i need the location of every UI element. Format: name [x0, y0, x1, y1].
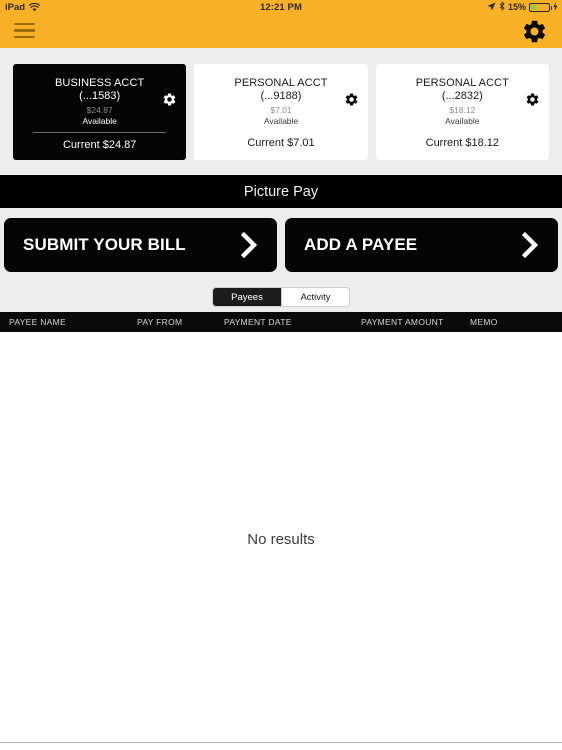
battery-percent-label: 15% — [507, 2, 526, 12]
account-name: PERSONAL ACCT — [415, 76, 509, 89]
table-body: No results — [0, 332, 562, 746]
account-current-balance: Current $7.01 — [247, 136, 315, 149]
charging-bolt-icon — [553, 1, 558, 13]
action-button-row: SUBMIT YOUR BILL ADD A PAYEE — [0, 208, 562, 282]
add-a-payee-button[interactable]: ADD A PAYEE — [285, 218, 558, 272]
account-card-personal-9188[interactable]: PERSONAL ACCT (...9188) $7.01 Available … — [194, 63, 368, 160]
tab-payees[interactable]: Payees — [213, 288, 281, 306]
card-divider — [32, 131, 167, 133]
account-current-balance: Current $24.87 — [62, 138, 137, 151]
hamburger-menu-icon[interactable] — [14, 23, 35, 39]
account-available-label: Available — [445, 115, 480, 126]
account-available-amount: $7.01 — [270, 104, 292, 115]
account-card-personal-2832[interactable]: PERSONAL ACCT (...2832) $18.12 Available… — [375, 63, 549, 160]
battery-icon — [529, 2, 552, 12]
segmented-control: Payees Activity — [212, 287, 350, 307]
account-available-amount: $18.12 — [449, 104, 476, 115]
column-header-payment-amount: PAYMENT AMOUNT — [361, 317, 444, 327]
tab-activity[interactable]: Activity — [281, 288, 349, 306]
gear-icon[interactable] — [521, 18, 548, 45]
location-arrow-icon — [487, 2, 496, 13]
account-available-label: Available — [263, 115, 299, 126]
account-name: PERSONAL ACCT — [234, 76, 328, 89]
gear-icon[interactable] — [525, 92, 540, 107]
app-screen: iPad 12:21 PM 15% BUSINESS ACCT (...1583… — [0, 0, 562, 750]
column-header-payee-name: PAYEE NAME — [9, 317, 67, 327]
add-a-payee-label: ADD A PAYEE — [304, 235, 418, 254]
status-bar-clock: 12:21 PM — [260, 1, 302, 13]
empty-state-message: No results — [247, 530, 315, 548]
submit-your-bill-label: SUBMIT YOUR BILL — [23, 235, 186, 254]
account-card-business[interactable]: BUSINESS ACCT (...1583) $24.87 Available… — [13, 63, 187, 160]
account-available-label: Available — [82, 115, 117, 126]
bottom-divider — [0, 742, 562, 743]
chevron-right-icon — [521, 231, 541, 259]
column-header-payment-date: PAYMENT DATE — [224, 317, 292, 327]
ios-status-bar: iPad 12:21 PM 15% — [0, 0, 562, 14]
accounts-strip: BUSINESS ACCT (...1583) $24.87 Available… — [0, 48, 562, 175]
account-number: (...2832) — [441, 89, 483, 102]
account-current-balance: Current $18.12 — [425, 136, 500, 149]
app-nav-bar — [0, 14, 562, 48]
gear-icon[interactable] — [162, 92, 177, 107]
chevron-right-icon — [240, 231, 260, 259]
gear-icon[interactable] — [344, 92, 359, 107]
submit-your-bill-button[interactable]: SUBMIT YOUR BILL — [4, 218, 277, 272]
page-title: Picture Pay — [0, 175, 562, 208]
account-number: (...9188) — [260, 89, 302, 102]
column-header-pay-from: PAY FROM — [137, 317, 183, 327]
table-header-row: PAYEE NAME PAY FROM PAYMENT DATE PAYMENT… — [0, 312, 562, 332]
account-available-amount: $24.87 — [86, 104, 113, 115]
account-name: BUSINESS ACCT — [55, 76, 145, 89]
segmented-control-container: Payees Activity — [0, 282, 562, 312]
account-number: (...1583) — [79, 89, 121, 102]
status-bar-right: 15% — [487, 0, 558, 14]
column-header-memo: MEMO — [470, 317, 498, 327]
bluetooth-icon — [499, 1, 505, 13]
